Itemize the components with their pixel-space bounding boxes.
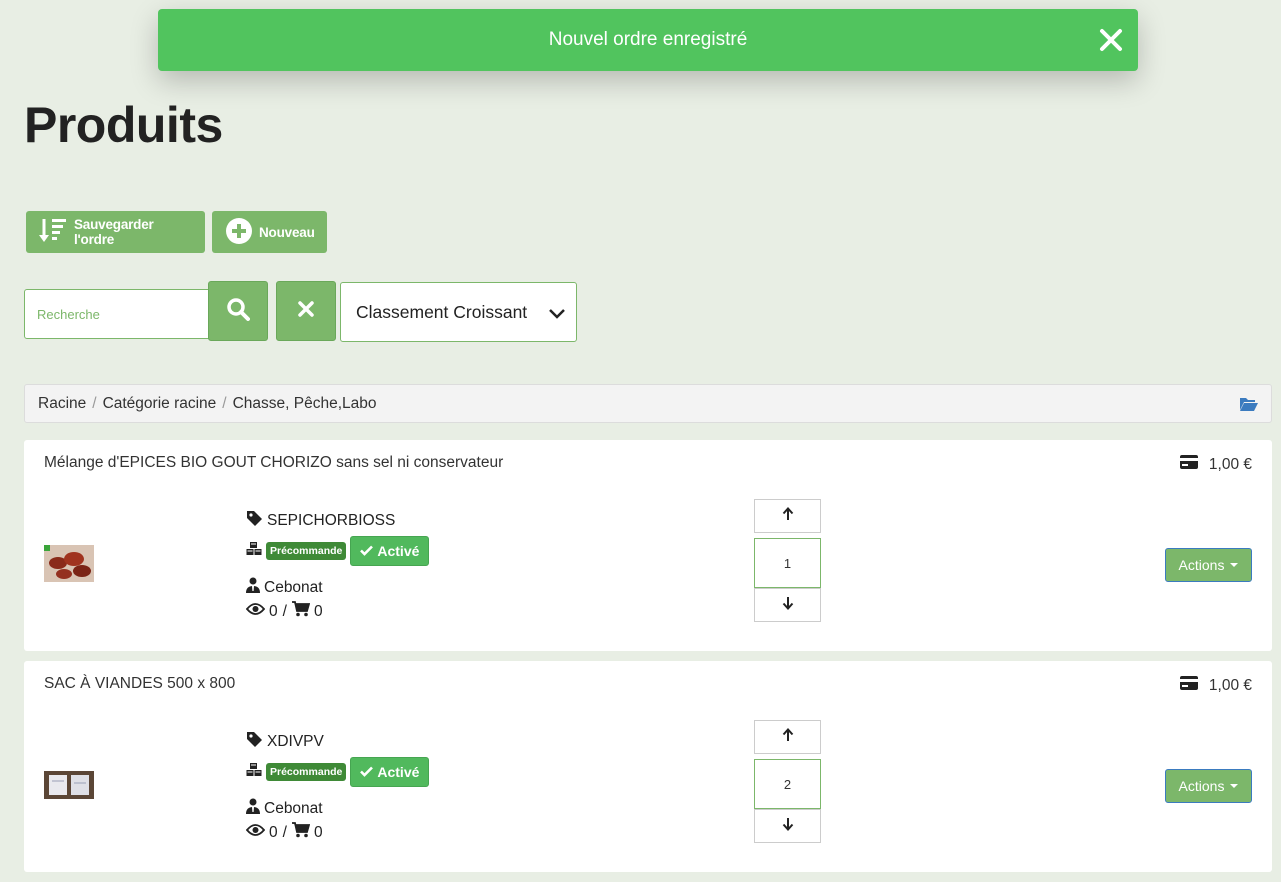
cubes-icon [246, 762, 262, 783]
save-order-label: Sauvegarder l'ordre [74, 217, 154, 247]
move-up-button[interactable] [754, 499, 821, 533]
product-owner: Cebonat [264, 578, 323, 596]
search-icon [226, 297, 250, 326]
clear-search-button[interactable] [276, 281, 336, 341]
chevron-down-icon [548, 305, 566, 326]
plus-circle-icon [225, 217, 253, 248]
actions-dropdown-button[interactable]: Actions [1165, 769, 1252, 803]
cubes-icon [246, 541, 262, 562]
new-label: Nouveau [259, 224, 315, 240]
active-status-badge[interactable]: Activé [350, 757, 430, 787]
breadcrumb-item-current: Chasse, Pêche,Labo [232, 394, 377, 412]
product-sku: SEPICHORBIOSS [267, 512, 396, 529]
breadcrumb: Racine / Catégorie racine / Chasse, Pêch… [24, 384, 1272, 423]
view-count: 0 [269, 602, 278, 620]
shopping-cart-icon [291, 601, 311, 622]
sort-order-icon [38, 217, 68, 248]
move-down-button[interactable] [754, 809, 821, 843]
product-card: Mélange d'EPICES BIO GOUT CHORIZO sans s… [24, 440, 1272, 651]
move-down-button[interactable] [754, 588, 821, 622]
breadcrumb-item-root-category[interactable]: Catégorie racine [103, 395, 217, 413]
product-card: SAC À VIANDES 500 x 800 1,00 € XDIVPV Pr… [24, 661, 1272, 872]
active-status-badge[interactable]: Activé [350, 536, 430, 566]
close-icon[interactable] [1096, 25, 1126, 55]
user-tie-icon [246, 577, 260, 598]
search-button[interactable] [208, 281, 268, 341]
folder-open-icon[interactable] [1239, 396, 1259, 417]
view-count: 0 [269, 823, 278, 841]
eye-icon [245, 602, 266, 621]
arrow-up-icon [782, 727, 794, 747]
actions-dropdown-button[interactable]: Actions [1165, 548, 1252, 582]
preorder-badge: Précommande [266, 763, 347, 781]
close-icon [298, 300, 314, 322]
check-icon [360, 543, 374, 559]
move-up-button[interactable] [754, 720, 821, 754]
product-price: 1,00 € [1179, 675, 1252, 696]
arrow-down-icon [782, 596, 794, 615]
eye-icon [245, 823, 266, 842]
breadcrumb-item-root[interactable]: Racine [38, 395, 86, 413]
user-tie-icon [246, 798, 260, 819]
sort-select-value: Classement Croissant [356, 301, 528, 322]
toast-message: Nouvel ordre enregistré [548, 29, 748, 50]
product-sku: XDIVPV [267, 733, 324, 750]
credit-card-icon [1179, 675, 1199, 696]
check-icon [360, 764, 374, 780]
shopping-cart-icon [291, 822, 311, 843]
product-owner: Cebonat [264, 799, 323, 817]
save-order-button[interactable]: Sauvegarder l'ordre [26, 211, 205, 253]
page-title: Produits [24, 97, 223, 153]
product-thumbnail [44, 545, 94, 582]
new-button[interactable]: Nouveau [212, 211, 327, 253]
product-thumbnail [44, 771, 94, 799]
cart-count: 0 [313, 602, 323, 620]
tag-icon [246, 510, 263, 532]
cart-count: 0 [313, 823, 323, 841]
sort-select[interactable]: Classement Croissant [340, 282, 577, 342]
product-name[interactable]: Mélange d'EPICES BIO GOUT CHORIZO sans s… [44, 454, 503, 472]
arrow-down-icon [782, 817, 794, 836]
success-toast: Nouvel ordre enregistré [158, 9, 1138, 71]
caret-down-icon [1230, 784, 1239, 788]
preorder-badge: Précommande [266, 542, 347, 560]
order-number[interactable]: 2 [754, 759, 821, 809]
product-name[interactable]: SAC À VIANDES 500 x 800 [44, 675, 235, 693]
arrow-up-icon [782, 506, 794, 526]
product-price: 1,00 € [1179, 454, 1252, 475]
credit-card-icon [1179, 454, 1199, 475]
tag-icon [246, 731, 263, 753]
caret-down-icon [1230, 563, 1239, 567]
order-number[interactable]: 1 [754, 538, 821, 588]
search-input[interactable] [24, 289, 210, 339]
